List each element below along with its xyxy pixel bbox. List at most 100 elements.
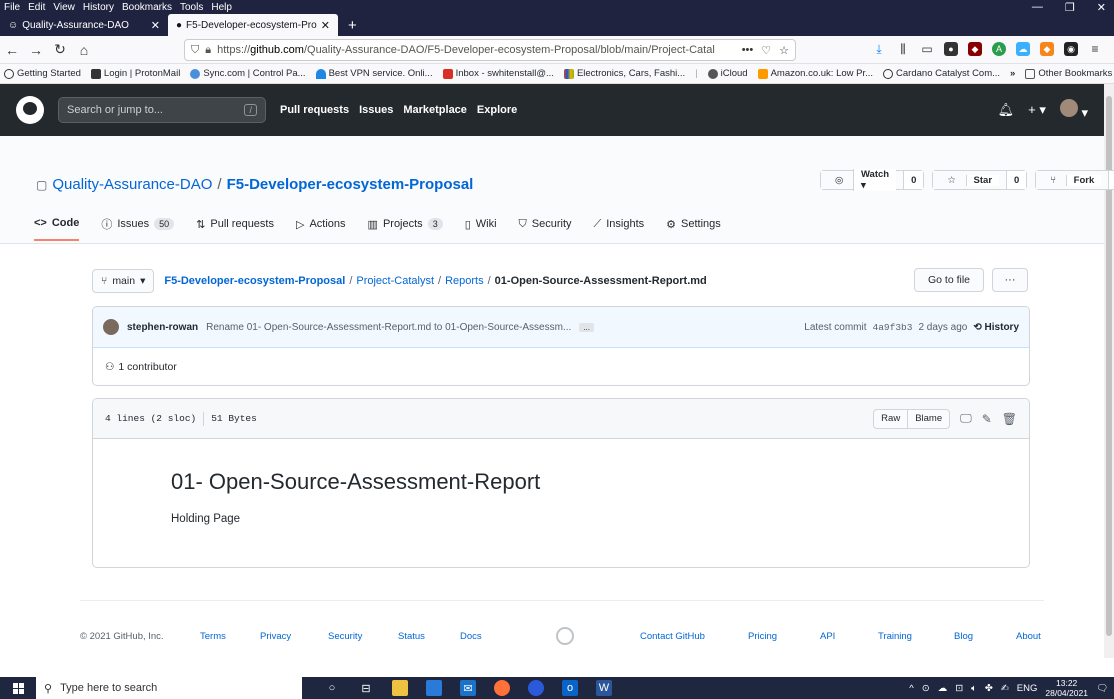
trash-icon[interactable]: 🗑︎ [1002, 412, 1017, 426]
commit-expand-button[interactable]: ... [579, 322, 594, 332]
bookmark-item[interactable]: Electronics, Cars, Fashi... [563, 68, 685, 79]
avatar[interactable]: ▾ [1059, 99, 1088, 121]
tab-wiki[interactable]: ▯ Wiki [465, 216, 497, 241]
tab-settings[interactable]: ⚙ Settings [666, 216, 721, 241]
tab-code[interactable]: <> Code [34, 216, 80, 241]
browser-tab-f5[interactable]: ● F5-Developer-ecosystem-Propo ✕ [168, 14, 338, 36]
footer-link-blog[interactable]: Blog [954, 631, 973, 642]
desktop-icon[interactable]: 🖵︎ [960, 411, 972, 426]
taskbar-clock[interactable]: 13:22 28/04/2021 [1045, 678, 1088, 698]
footer-link-api[interactable]: API [820, 631, 835, 642]
bookmark-item[interactable]: Sync.com | Control Pa... [190, 68, 306, 79]
tray-app-icon[interactable]: ⊙ [922, 683, 930, 694]
repo-name-link[interactable]: F5-Developer-ecosystem-Proposal [227, 176, 474, 193]
download-icon[interactable]: ⤓ [872, 42, 886, 56]
store-icon[interactable] [426, 680, 442, 696]
close-window-icon[interactable]: ✕ [1097, 1, 1106, 14]
bookmark-item[interactable]: Getting Started [4, 68, 81, 79]
footer-link-about[interactable]: About [1016, 631, 1041, 642]
footer-link-pricing[interactable]: Pricing [748, 631, 777, 642]
extension-icon[interactable]: ● [944, 42, 958, 56]
outlook-icon[interactable]: o [562, 680, 578, 696]
new-tab-icon[interactable]: + [338, 14, 367, 36]
menu-edit[interactable]: Edit [24, 2, 49, 13]
bell-icon[interactable]: 🔔︎ [998, 102, 1015, 118]
menu-bookmarks[interactable]: Bookmarks [118, 2, 176, 13]
home-icon[interactable]: ⌂ [76, 42, 92, 58]
reload-icon[interactable]: ↻ [52, 41, 68, 58]
nav-issues[interactable]: Issues [359, 104, 393, 116]
file-explorer-icon[interactable] [392, 680, 408, 696]
footer-link-training[interactable]: Training [878, 631, 912, 642]
extension-green-icon[interactable]: A [992, 42, 1006, 56]
tab-pull-requests[interactable]: ⇅ Pull requests [196, 216, 274, 241]
minimize-icon[interactable]: — [1032, 1, 1043, 14]
task-view-icon[interactable]: ⊟ [358, 680, 374, 696]
tab-security[interactable]: ⛉ Security [519, 216, 572, 241]
more-bookmarks-icon[interactable]: » [1010, 68, 1015, 79]
forward-icon[interactable]: → [28, 42, 44, 58]
tab-issues[interactable]: ⓘ Issues 50 [101, 216, 175, 241]
chevron-up-icon[interactable]: ^ [909, 683, 913, 694]
history-link[interactable]: ⟲ History [973, 322, 1019, 333]
other-bookmarks[interactable]: Other Bookmarks [1025, 68, 1112, 79]
browser-tab-qa-dao[interactable]: ☺ Quality-Assurance-DAO ✕ [0, 14, 168, 36]
bookmark-star-icon[interactable]: ☆ [779, 44, 789, 57]
menu-hamburger-icon[interactable]: ≡ [1088, 42, 1102, 56]
menu-file[interactable]: File [0, 2, 24, 13]
fork-count[interactable]: 1 [1108, 171, 1114, 189]
breadcrumb-repo-link[interactable]: F5-Developer-ecosystem-Proposal [164, 275, 345, 287]
footer-link-privacy[interactable]: Privacy [260, 631, 291, 642]
footer-link-docs[interactable]: Docs [460, 631, 482, 642]
tab-close-icon[interactable]: ✕ [151, 19, 160, 32]
more-options-button[interactable]: ··· [992, 268, 1028, 292]
library-icon[interactable]: ⫼ [896, 42, 910, 56]
app-icon[interactable] [528, 680, 544, 696]
bookmark-item[interactable]: iCloud [707, 68, 748, 79]
word-icon[interactable]: W [596, 680, 612, 696]
pen-icon[interactable]: ✍︎ [1001, 683, 1009, 694]
back-icon[interactable]: ← [4, 42, 20, 58]
github-logo-icon[interactable] [16, 96, 44, 124]
notifications-icon[interactable]: 🗨︎ [1096, 683, 1108, 694]
cortana-icon[interactable]: ○ [324, 680, 340, 696]
watch-count[interactable]: 0 [903, 171, 924, 189]
nav-pull-requests[interactable]: Pull requests [280, 104, 349, 116]
github-footer-logo-icon[interactable] [556, 627, 574, 645]
pocket-icon[interactable]: ♡ [761, 44, 771, 57]
menu-tools[interactable]: Tools [176, 2, 207, 13]
star-button[interactable]: ☆ Star 0 [932, 170, 1028, 190]
tab-projects[interactable]: ▥ Projects 3 [368, 216, 443, 241]
menu-history[interactable]: History [79, 2, 118, 13]
url-bar[interactable]: ⛉ 🔒︎ https://github.com/Quality-Assuranc… [184, 39, 796, 61]
sidebar-icon[interactable]: ▭ [920, 42, 934, 56]
page-actions-icon[interactable]: ••• [742, 44, 754, 57]
extension-blue-icon[interactable]: ☁ [1016, 42, 1030, 56]
search-input[interactable]: Search or jump to... / [58, 97, 266, 123]
commit-message-link[interactable]: Rename 01- Open-Source-Assessment-Report… [206, 322, 571, 333]
footer-link-terms[interactable]: Terms [200, 631, 226, 642]
contributors-row[interactable]: ⚇ 1 contributor [93, 348, 1029, 385]
extension-dark-icon[interactable]: ◉ [1064, 42, 1078, 56]
nav-marketplace[interactable]: Marketplace [403, 104, 467, 116]
taskbar-search-input[interactable]: ⚲ Type here to search [36, 677, 302, 699]
bookmark-item[interactable]: Inbox - swhitenstall@... [442, 68, 554, 79]
branch-selector[interactable]: ⑂ main ▾ [92, 269, 155, 293]
fork-button[interactable]: ⑂ Fork 1 [1035, 170, 1114, 190]
metamask-icon[interactable]: ◆ [1040, 42, 1054, 56]
bookmark-item[interactable]: Cardano Catalyst Com... [883, 68, 1000, 79]
volume-icon[interactable]: 🔈︎ [971, 683, 977, 694]
menu-view[interactable]: View [49, 2, 79, 13]
tab-actions[interactable]: ▷ Actions [296, 216, 346, 241]
star-count[interactable]: 0 [1006, 171, 1027, 189]
language-indicator[interactable]: ENG [1017, 683, 1038, 694]
mail-icon[interactable]: ✉ [460, 680, 476, 696]
commit-sha-link[interactable]: 4a9f3b3 [873, 322, 913, 333]
breadcrumb-folder-link[interactable]: Reports [445, 275, 484, 287]
author-avatar[interactable] [103, 319, 119, 335]
footer-link-security[interactable]: Security [328, 631, 362, 642]
bookmark-item[interactable]: Best VPN service. Onli... [315, 68, 433, 79]
breadcrumb-folder-link[interactable]: Project-Catalyst [356, 275, 434, 287]
tab-close-icon[interactable]: ✕ [321, 19, 330, 32]
bookmark-item[interactable]: Amazon.co.uk: Low Pr... [757, 68, 873, 79]
